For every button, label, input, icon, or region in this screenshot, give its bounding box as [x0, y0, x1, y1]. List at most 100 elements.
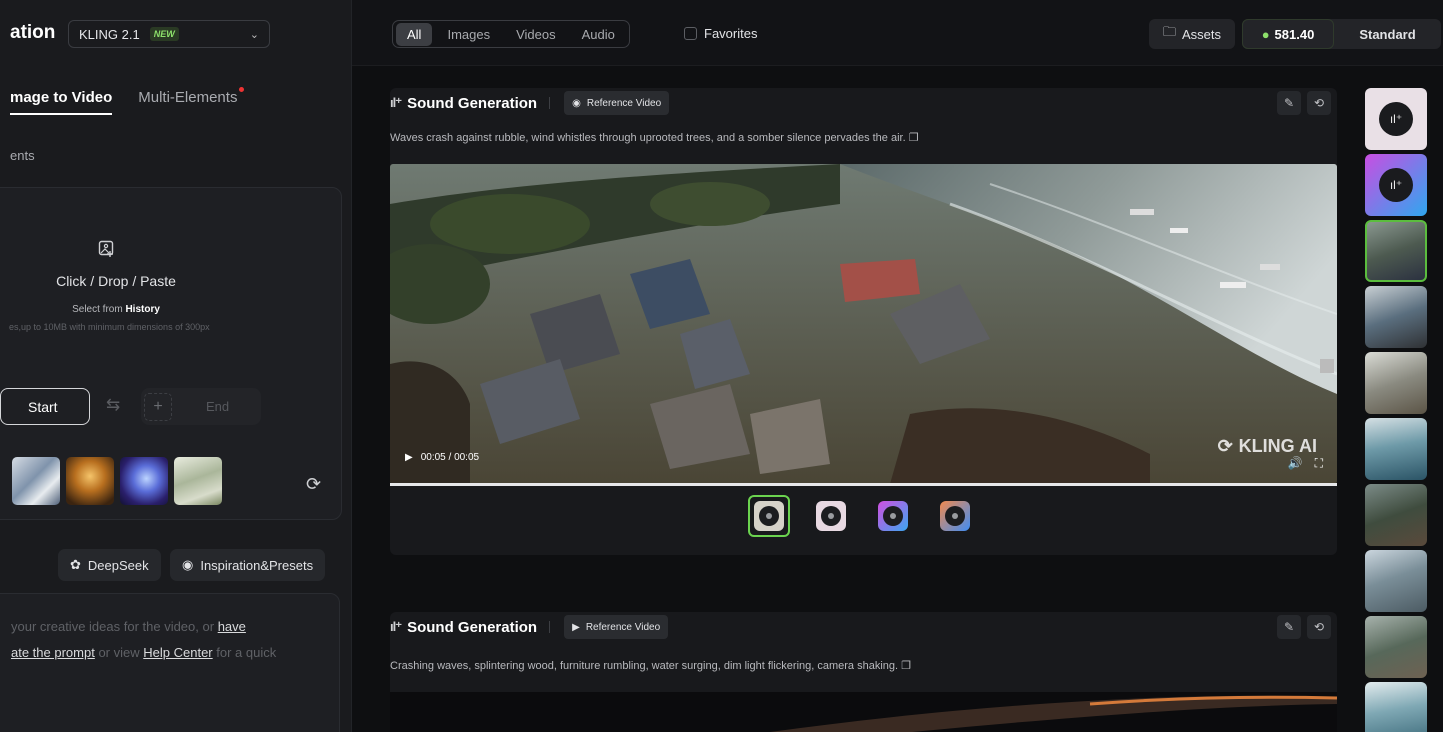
prompt-hint-link[interactable]: have	[218, 619, 246, 634]
history-item[interactable]	[1365, 286, 1427, 348]
filter-all[interactable]: All	[396, 22, 433, 46]
notification-dot	[239, 87, 245, 92]
generation-card: ıl⁺ Sound Generation ◉ Reference Video ✎…	[390, 88, 1337, 555]
card-description: Crashing waves, splintering wood, furnit…	[390, 659, 911, 672]
history-item[interactable]	[1365, 550, 1427, 612]
media-filter-group: All Images Videos Audio	[392, 20, 630, 48]
credits-button[interactable]: ● 581.40	[1242, 19, 1334, 49]
video-player[interactable]: ▶ 00:05 / 00:05 ⟳ KLING AI 🔊 ⛶	[390, 164, 1337, 484]
start-frame-button[interactable]: Start	[0, 388, 90, 425]
history-item[interactable]	[1365, 220, 1427, 282]
audio-variant-3[interactable]	[872, 495, 914, 537]
reference-video-chip[interactable]: ◉ Reference Video	[564, 91, 670, 115]
tab-image-to-video[interactable]: mage to Video	[10, 89, 113, 115]
prompt-input[interactable]: your creative ideas for the video, or ha…	[0, 593, 340, 732]
reference-video-label: Reference Video	[586, 97, 662, 109]
help-center-link[interactable]: Help Center	[143, 645, 212, 660]
generation-card: ıl⁺ Sound Generation ▶ Reference Video ✎…	[390, 612, 1337, 732]
filter-videos[interactable]: Videos	[505, 23, 567, 46]
regenerate-icon[interactable]: ⟲	[1307, 91, 1331, 115]
sample-thumbnail[interactable]	[66, 457, 114, 505]
history-item[interactable]	[1365, 616, 1427, 678]
card-title: ıl⁺ Sound Generation	[390, 95, 537, 112]
regenerate-icon[interactable]: ⟲	[1307, 615, 1331, 639]
card-title-text: Sound Generation	[407, 618, 538, 636]
history-link[interactable]: History	[125, 304, 159, 315]
credits-plan: ● 581.40 Standard	[1242, 19, 1441, 49]
filter-audio[interactable]: Audio	[571, 23, 626, 46]
volume-icon[interactable]: 🔊	[1288, 456, 1303, 471]
kling-watermark: ⟳ KLING AI	[1218, 436, 1317, 457]
inspiration-label: Inspiration&Presets	[200, 557, 314, 573]
copy-icon[interactable]: ❐	[909, 132, 919, 144]
audio-disc-icon	[878, 501, 908, 531]
end-frame-slot[interactable]: + End	[141, 388, 261, 425]
eye-icon: ◉	[572, 97, 581, 109]
history-strip: ıl⁺ ıl⁺	[1365, 88, 1431, 732]
location-pin-icon: ◉	[182, 557, 194, 572]
deepseek-button[interactable]: ✿ DeepSeek	[58, 549, 161, 581]
favorites-toggle[interactable]: Favorites	[684, 26, 757, 41]
video-player[interactable]	[390, 692, 1337, 732]
history-item[interactable]	[1365, 682, 1427, 732]
audio-disc-icon	[816, 501, 846, 531]
assets-button[interactable]: 🗀 Assets	[1149, 19, 1235, 49]
inspiration-presets-button[interactable]: ◉ Inspiration&Presets	[170, 549, 326, 581]
sound-wave-icon: ıl⁺	[1379, 102, 1413, 136]
plan-button[interactable]: Standard	[1334, 27, 1441, 42]
prompt-hint-line-2: ate the prompt or view Help Center for a…	[11, 640, 329, 666]
credits-amount: 581.40	[1274, 26, 1315, 42]
tab-multi-elements[interactable]: Multi-Elements	[138, 87, 245, 115]
audio-variant-2[interactable]	[810, 495, 852, 537]
refresh-icon[interactable]: ⟳	[306, 474, 321, 495]
deepseek-icon: ✿	[70, 557, 81, 572]
video-time: 00:05 / 00:05	[420, 452, 480, 463]
card-actions: ✎ ⟲	[1277, 91, 1331, 115]
model-select[interactable]: KLING 2.1 NEW ⌄	[68, 20, 270, 48]
sample-thumbnail[interactable]	[12, 457, 60, 505]
fullscreen-icon[interactable]: ⛶	[1315, 456, 1323, 471]
card-title-text: Sound Generation	[407, 94, 538, 112]
swap-icon[interactable]: ⇆	[106, 395, 120, 415]
sound-wave-icon: ıl⁺	[390, 95, 402, 110]
history-item[interactable]	[1365, 418, 1427, 480]
filter-images[interactable]: Images	[436, 23, 501, 46]
history-line: Select from History	[0, 304, 241, 315]
tab-multi-elements-label: Multi-Elements	[138, 89, 238, 106]
video-controls: ▶ 00:05 / 00:05	[405, 452, 479, 463]
history-item[interactable]: ıl⁺	[1365, 154, 1427, 216]
sample-thumbnail[interactable]	[120, 457, 168, 505]
audio-disc-icon	[754, 501, 784, 531]
card-header: ıl⁺ Sound Generation ▶ Reference Video ✎…	[390, 612, 1337, 642]
section-label: ents	[10, 148, 35, 163]
history-prefix: Select from	[72, 304, 123, 315]
edit-icon[interactable]: ✎	[1277, 91, 1301, 115]
audio-variant-1[interactable]	[748, 495, 790, 537]
new-badge: NEW	[149, 27, 179, 41]
favorites-checkbox[interactable]	[684, 27, 697, 40]
sample-thumbnail[interactable]	[174, 457, 222, 505]
end-frame-label: End	[206, 399, 230, 414]
favorites-label: Favorites	[704, 26, 758, 41]
history-item[interactable]	[1365, 352, 1427, 414]
play-icon[interactable]: ▶	[405, 452, 413, 463]
history-item[interactable]	[1365, 484, 1427, 546]
prompt-hint-line-1: your creative ideas for the video, or ha…	[11, 614, 329, 640]
sound-wave-icon: ıl⁺	[390, 619, 402, 634]
video-progress-bar[interactable]	[390, 483, 1337, 486]
card-description: Waves crash against rubble, wind whistle…	[390, 131, 919, 144]
reference-video-label: Reference Video	[585, 621, 661, 633]
reference-video-chip[interactable]: ▶ Reference Video	[564, 615, 669, 639]
mode-tabs: mage to Video Multi-Elements	[10, 87, 245, 115]
video-corner-controls: 🔊 ⛶	[1288, 456, 1323, 471]
top-bar: All Images Videos Audio Favorites 🗀 Asse…	[352, 0, 1443, 66]
history-item[interactable]: ıl⁺	[1365, 88, 1427, 150]
upload-instruction: Click / Drop / Paste	[56, 273, 176, 289]
upload-limits: es,up to 10MB with minimum dimensions of…	[9, 322, 210, 332]
generate-prompt-link[interactable]: ate the prompt	[11, 645, 95, 660]
audio-variant-4[interactable]	[934, 495, 976, 537]
edit-icon[interactable]: ✎	[1277, 615, 1301, 639]
upload-image-icon	[98, 240, 116, 258]
copy-icon[interactable]: ❐	[901, 660, 911, 672]
sound-wave-icon: ıl⁺	[1379, 168, 1413, 202]
